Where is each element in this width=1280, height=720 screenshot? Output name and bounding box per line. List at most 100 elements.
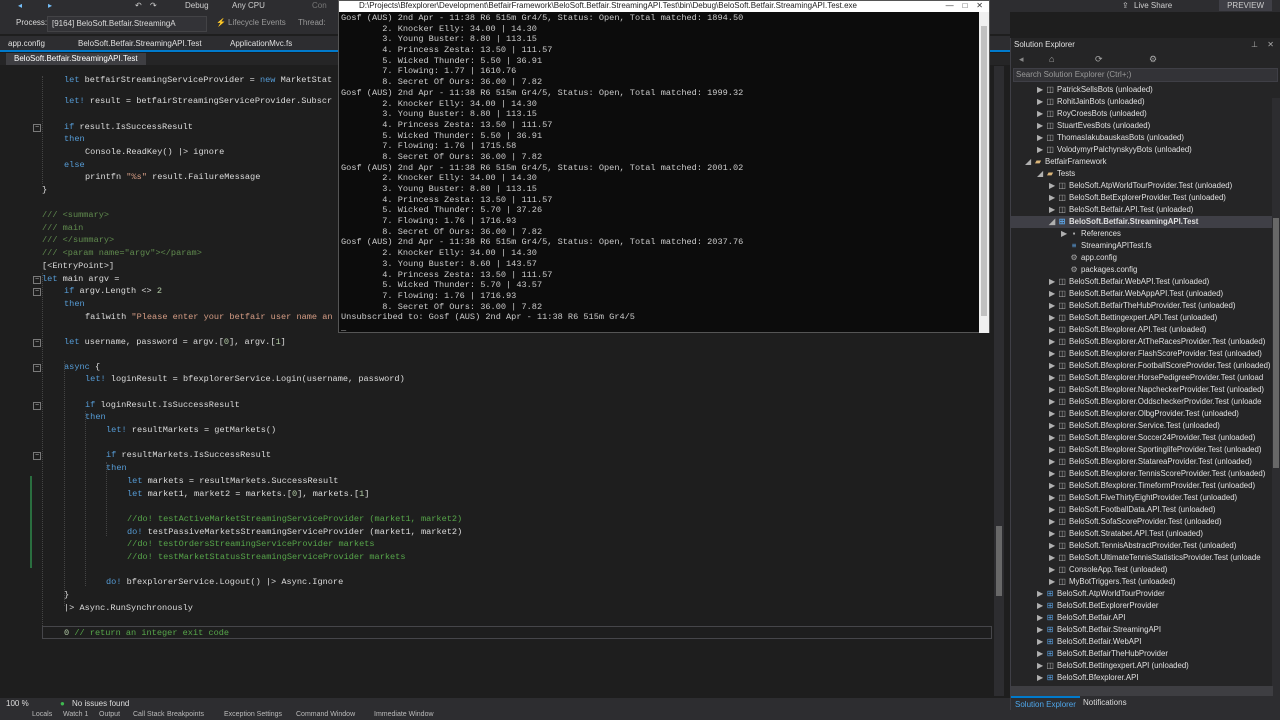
- tab-streaming-test[interactable]: BeloSoft.Betfair.StreamingAPI.Test: [72, 36, 208, 52]
- tree-item[interactable]: ▶ ◫ BeloSoft.Bfexplorer.OddscheckerProvide…: [1011, 396, 1280, 408]
- code-line[interactable]: //do! testOrdersStreamingServiceProvider…: [127, 538, 375, 551]
- minimize-icon[interactable]: —: [946, 1, 954, 10]
- console-scrollbar[interactable]: [979, 12, 989, 333]
- code-line[interactable]: [<EntryPoint>]: [42, 260, 114, 273]
- tree-item[interactable]: ▶ ⊞ BeloSoft.BetExplorerProvider: [1011, 600, 1280, 612]
- code-line[interactable]: failwith "Please enter your betfair user…: [85, 311, 333, 324]
- issues-status[interactable]: No issues found: [72, 698, 129, 710]
- platform-select[interactable]: Any CPU: [232, 0, 265, 12]
- expand-caret-icon[interactable]: ▶: [1047, 552, 1057, 564]
- sync-icon[interactable]: ⟳: [1095, 54, 1103, 65]
- tree-item[interactable]: ▶ ◫ BeloSoft.Bfexplorer.NapcheckerProvider…: [1011, 384, 1280, 396]
- tree-item[interactable]: ▶ ◫ BeloSoft.Bettingexpert.API.Test (unloa…: [1011, 312, 1280, 324]
- tool-window-tab[interactable]: Breakpoints: [167, 710, 204, 720]
- code-line[interactable]: do! bfexplorerService.Logout() |> Async.…: [106, 576, 343, 589]
- expand-caret-icon[interactable]: ▶: [1035, 672, 1045, 684]
- tree-item[interactable]: ▶ ◫ BeloSoft.Bfexplorer.FootballScoreProvi…: [1011, 360, 1280, 372]
- tree-item[interactable]: ▶ ◫ BeloSoft.Bettingexpert.API (unloaded): [1011, 660, 1280, 672]
- editor-scrollbar[interactable]: [994, 66, 1004, 696]
- tree-item[interactable]: ▶ ◫ BeloSoft.SofaScoreProvider.Test (unloa…: [1011, 516, 1280, 528]
- lifecycle-events-button[interactable]: Lifecycle Events: [228, 16, 286, 30]
- tree-item[interactable]: ▶ ◫ BeloSoft.FootballData.API.Test (unload…: [1011, 504, 1280, 516]
- tree-item[interactable]: ▶ ◫ BeloSoft.BetfairTheHubProvider.Test (u…: [1011, 300, 1280, 312]
- expand-caret-icon[interactable]: ▶: [1047, 204, 1057, 216]
- tree-item[interactable]: ▶ ◫ BeloSoft.Bfexplorer.AtTheRacesProvider…: [1011, 336, 1280, 348]
- code-line[interactable]: let markets = resultMarkets.SuccessResul…: [127, 475, 338, 488]
- live-share-button[interactable]: Live Share: [1134, 0, 1172, 12]
- code-line[interactable]: let! loginResult = bfexplorerService.Log…: [85, 373, 405, 386]
- fold-toggle-icon[interactable]: −: [33, 288, 41, 296]
- tree-item[interactable]: ▶ ◫ BeloSoft.FiveThirtyEightProvider.Test …: [1011, 492, 1280, 504]
- tree-item[interactable]: ▶ ◫ PatrickSellsBots (unloaded): [1011, 84, 1280, 96]
- tree-item[interactable]: ▶ ◫ BeloSoft.Bfexplorer.API.Test (unloaded…: [1011, 324, 1280, 336]
- close-icon[interactable]: ✕: [976, 1, 983, 10]
- tree-item[interactable]: ▶ ⊞ BeloSoft.Betfair.WebAPI: [1011, 636, 1280, 648]
- code-line[interactable]: if argv.Length <> 2: [64, 285, 162, 298]
- expand-caret-icon[interactable]: ▶: [1047, 540, 1057, 552]
- tree-item[interactable]: ▶ ◫ BeloSoft.BetExplorerProvider.Test (unl…: [1011, 192, 1280, 204]
- tree-item[interactable]: ▶ ◫ BeloSoft.Betfair.WebAppAPI.Test (unloa…: [1011, 288, 1280, 300]
- navigate-forward-icon[interactable]: ▸: [48, 0, 52, 12]
- zoom-level[interactable]: 100 %: [6, 698, 29, 710]
- pin-icon[interactable]: ⊥: [1251, 38, 1258, 52]
- tree-item[interactable]: ▶ ⊞ BeloSoft.Betfair.StreamingAPI: [1011, 624, 1280, 636]
- tree-item[interactable]: ⚙ packages.config: [1011, 264, 1280, 276]
- tab-application-mvc[interactable]: ApplicationMvc.fs: [224, 36, 298, 52]
- home-icon[interactable]: ⌂: [1049, 54, 1054, 64]
- tree-item[interactable]: ▶ ◫ BeloSoft.Bfexplorer.HorsePedigreeProvi…: [1011, 372, 1280, 384]
- expand-caret-icon[interactable]: ▶: [1035, 588, 1045, 600]
- debug-config-select[interactable]: Debug: [185, 0, 209, 12]
- active-file-tab[interactable]: BeloSoft.Betfair.StreamingAPI.Test: [6, 53, 146, 65]
- tool-window-tab[interactable]: Immediate Window: [374, 710, 434, 720]
- expand-caret-icon[interactable]: ▶: [1047, 468, 1057, 480]
- solution-explorer-search[interactable]: Search Solution Explorer (Ctrl+;): [1013, 68, 1278, 82]
- tree-item[interactable]: ▶ ◫ RoyCroesBots (unloaded): [1011, 108, 1280, 120]
- expand-caret-icon[interactable]: ▶: [1035, 612, 1045, 624]
- expand-caret-icon[interactable]: ▶: [1047, 396, 1057, 408]
- tree-item[interactable]: ▶ ◫ BeloSoft.Bfexplorer.StatareaProvider.T…: [1011, 456, 1280, 468]
- code-line[interactable]: let! result = betfairStreamingServicePro…: [64, 95, 332, 108]
- code-line[interactable]: then: [106, 462, 127, 475]
- tree-item[interactable]: ◢ ▰ BetfairFramework: [1011, 156, 1280, 168]
- tree-item[interactable]: ▶ ◫ ThomasIakubauskasBots (unloaded): [1011, 132, 1280, 144]
- expand-caret-icon[interactable]: ▶: [1047, 336, 1057, 348]
- expand-caret-icon[interactable]: ▶: [1047, 408, 1057, 420]
- tree-item[interactable]: ▶ ◫ BeloSoft.TennisAbstractProvider.Test (…: [1011, 540, 1280, 552]
- expand-caret-icon[interactable]: ▶: [1047, 192, 1057, 204]
- expand-caret-icon[interactable]: ▶: [1047, 576, 1057, 588]
- tree-item[interactable]: ▶ ◫ MyBotTriggers.Test (unloaded): [1011, 576, 1280, 588]
- expand-caret-icon[interactable]: ▶: [1047, 348, 1057, 360]
- expand-caret-icon[interactable]: ▶: [1047, 432, 1057, 444]
- tree-item[interactable]: ▶ ◫ BeloSoft.Bfexplorer.TennisScoreProvide…: [1011, 468, 1280, 480]
- tree-item[interactable]: ▶ ◫ BeloSoft.AtpWorldTourProvider.Test (un…: [1011, 180, 1280, 192]
- tree-item[interactable]: ▶ ◫ StuartEvesBots (unloaded): [1011, 120, 1280, 132]
- expand-caret-icon[interactable]: ▶: [1047, 480, 1057, 492]
- maximize-icon[interactable]: □: [963, 1, 968, 10]
- tool-window-tab[interactable]: Command Window: [296, 710, 355, 720]
- expand-caret-icon[interactable]: ▶: [1047, 324, 1057, 336]
- expand-caret-icon[interactable]: ▶: [1047, 456, 1057, 468]
- console-titlebar[interactable]: D:\Projects\Bfexplorer\Development\Betfa…: [339, 1, 989, 12]
- code-line[interactable]: then: [64, 133, 85, 146]
- expand-caret-icon[interactable]: ▶: [1047, 360, 1057, 372]
- code-line[interactable]: then: [85, 411, 106, 424]
- expand-caret-icon[interactable]: ▶: [1047, 384, 1057, 396]
- fold-toggle-icon[interactable]: −: [33, 452, 41, 460]
- tree-item[interactable]: ▶ ⊞ BeloSoft.AtpWorldTourProvider: [1011, 588, 1280, 600]
- tab-app-config[interactable]: app.config: [2, 36, 51, 52]
- expand-caret-icon[interactable]: ▶: [1047, 180, 1057, 192]
- expand-caret-icon[interactable]: ◢: [1047, 216, 1057, 228]
- tree-item[interactable]: ▶ ◫ BeloSoft.Bfexplorer.OlbgProvider.Test …: [1011, 408, 1280, 420]
- expand-caret-icon[interactable]: ▶: [1035, 636, 1045, 648]
- code-line[interactable]: let username, password = argv.[0], argv.…: [64, 336, 286, 349]
- tool-window-tab[interactable]: Call Stack: [133, 710, 165, 720]
- code-line[interactable]: /// <param name="argv"></param>: [42, 247, 202, 260]
- expand-caret-icon[interactable]: ▶: [1047, 276, 1057, 288]
- expand-caret-icon[interactable]: ▶: [1047, 312, 1057, 324]
- tree-item[interactable]: ▶ ◫ BeloSoft.UltimateTennisStatisticsProvi…: [1011, 552, 1280, 564]
- tree-item[interactable]: ▶ ⊞ BeloSoft.Bfexplorer.API: [1011, 672, 1280, 684]
- tool-window-tab[interactable]: Exception Settings: [224, 710, 282, 720]
- expand-caret-icon[interactable]: ▶: [1047, 504, 1057, 516]
- tree-item[interactable]: ▶ ◫ BeloSoft.Bfexplorer.Soccer24Provider.T…: [1011, 432, 1280, 444]
- fold-toggle-icon[interactable]: −: [33, 276, 41, 284]
